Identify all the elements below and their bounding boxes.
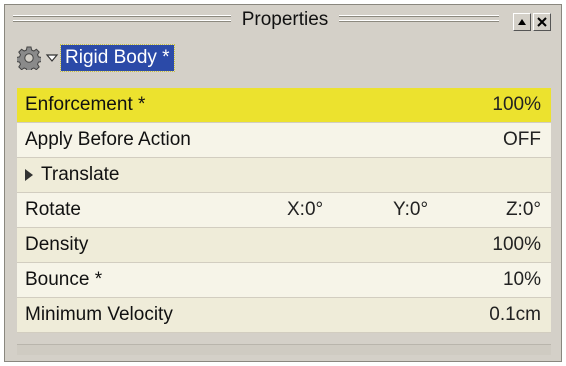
gear-icon[interactable] xyxy=(17,46,41,70)
property-value[interactable]: 100% xyxy=(492,88,541,122)
property-value[interactable]: 10% xyxy=(503,263,541,297)
properties-panel: Properties Rigid Body * Enforcement * 10… xyxy=(4,4,562,362)
property-label: Enforcement * xyxy=(25,94,146,115)
close-button[interactable] xyxy=(533,13,551,31)
rotate-y-value[interactable]: Y:0° xyxy=(393,193,428,227)
rotate-z-value[interactable]: Z:0° xyxy=(506,193,541,227)
property-row-apply-before-action[interactable]: Apply Before Action OFF xyxy=(17,123,551,158)
titlebar-grip-left[interactable] xyxy=(13,14,231,26)
property-row-rotate[interactable]: Rotate X:0° Y:0° Z:0° xyxy=(17,193,551,228)
property-label: Minimum Velocity xyxy=(25,304,173,325)
property-value[interactable]: OFF xyxy=(503,123,541,157)
property-list: Enforcement * 100% Apply Before Action O… xyxy=(17,88,551,333)
pin-up-button[interactable] xyxy=(513,13,531,31)
property-value[interactable]: 100% xyxy=(492,228,541,262)
section-header: Rigid Body * xyxy=(11,41,555,75)
close-icon xyxy=(537,17,547,27)
property-row-density[interactable]: Density 100% xyxy=(17,228,551,263)
property-label: Rotate xyxy=(25,199,81,220)
property-label-group: Translate xyxy=(25,158,120,192)
property-label: Density xyxy=(25,234,89,255)
property-label: Translate xyxy=(41,164,120,185)
titlebar-grip-right[interactable] xyxy=(339,14,499,26)
property-label: Apply Before Action xyxy=(25,129,191,150)
arrow-up-icon xyxy=(518,19,526,25)
expand-arrow-icon[interactable] xyxy=(25,169,33,181)
property-row-bounce[interactable]: Bounce * 10% xyxy=(17,263,551,298)
caret-down-icon[interactable] xyxy=(45,51,59,65)
panel-title: Properties xyxy=(241,9,329,30)
property-value[interactable]: 0.1cm xyxy=(489,298,541,332)
rotate-x-value[interactable]: X:0° xyxy=(287,193,323,227)
property-row-minimum-velocity[interactable]: Minimum Velocity 0.1cm xyxy=(17,298,551,333)
section-title[interactable]: Rigid Body * xyxy=(60,44,175,72)
property-row-translate[interactable]: Translate xyxy=(17,158,551,193)
property-label: Bounce * xyxy=(25,269,103,290)
property-row-enforcement[interactable]: Enforcement * 100% xyxy=(17,88,551,123)
panel-bottom-strip xyxy=(17,344,551,355)
panel-titlebar[interactable]: Properties xyxy=(5,5,561,39)
